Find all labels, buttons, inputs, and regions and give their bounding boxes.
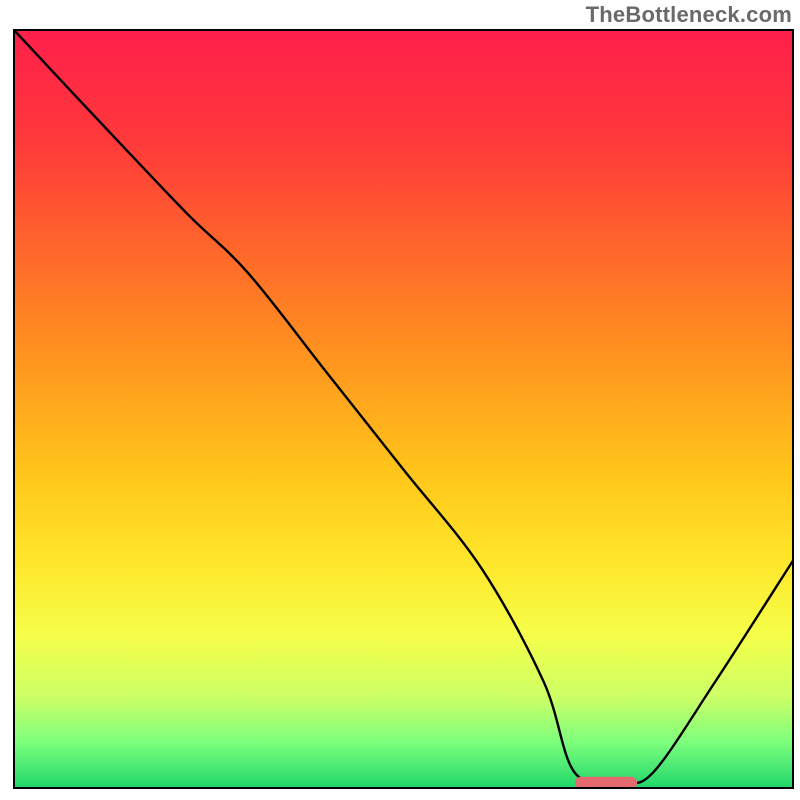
- watermark-text: TheBottleneck.com: [586, 2, 792, 28]
- chart-stage: TheBottleneck.com: [0, 0, 800, 800]
- gradient-panel: [14, 30, 793, 788]
- bottleneck-chart: [0, 0, 800, 800]
- optimal-marker: [575, 777, 637, 789]
